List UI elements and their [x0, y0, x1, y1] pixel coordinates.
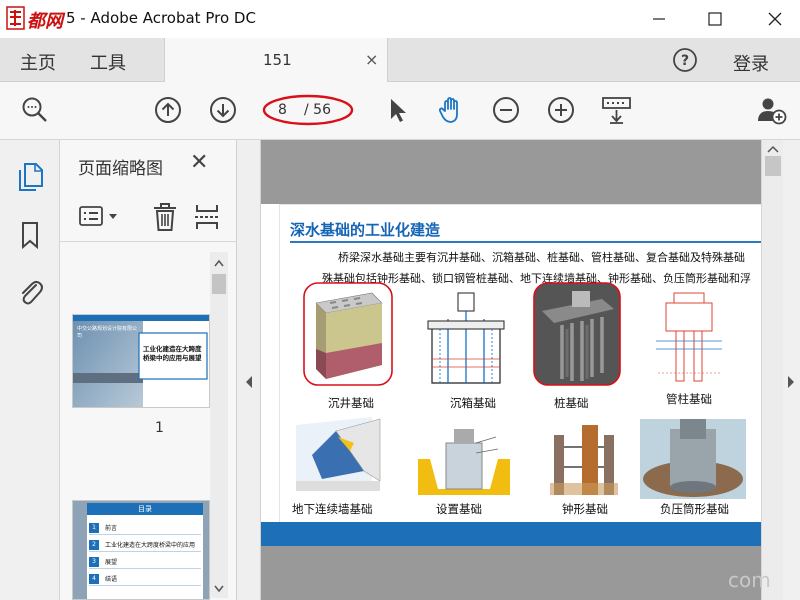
thumbnails-scrollbar[interactable] — [210, 252, 228, 598]
minimize-button[interactable] — [648, 8, 670, 30]
document-scrollbar[interactable] — [761, 140, 783, 600]
placed-foundation-figure — [416, 419, 512, 497]
caisson-caption: 沉井基础 — [328, 396, 374, 410]
thumbnail-2-toc-text: 展望 — [105, 559, 118, 566]
keyboard-icon[interactable] — [601, 95, 631, 125]
thumbnail-2-toc-number: 4 — [89, 573, 99, 584]
slide-body-line-1: 桥梁深水基础主要有沉井基础、沉箱基础、桩基础、管柱基础、复合基础及特殊基础 — [338, 251, 745, 264]
window-title: 5 - Adobe Acrobat Pro DC — [66, 9, 256, 27]
hand-icon[interactable] — [436, 95, 466, 125]
maximize-button[interactable] — [704, 8, 726, 30]
bell-foundation-figure — [544, 417, 624, 497]
thumbnail-2-toc-number: 1 — [89, 522, 99, 533]
page-thumbnail-2[interactable]: 目录 1 前言 2 工业化建造在大跨度桥梁中的应用 3 展望 4 结语 — [72, 500, 210, 600]
thumbnails-panel-close-button[interactable]: ✕ — [190, 150, 208, 175]
pile-foundation-caption: 桩基础 — [554, 396, 589, 410]
thumbnail-2-toc-item: 3 展望 — [89, 555, 201, 569]
page-thumbnail-1[interactable]: 中交公路规划设计院有限公司 工业化建造在大跨度桥梁中的应用与展望 — [72, 314, 210, 408]
toolbar: 8 / 56 — [0, 82, 800, 140]
document-tab-close-button[interactable]: × — [365, 50, 378, 69]
bell-foundation-caption: 钟形基础 — [562, 502, 608, 516]
pile-foundation-figure — [532, 281, 622, 387]
pipe-pile-caption: 管柱基础 — [666, 392, 712, 406]
caisson-figure — [302, 281, 394, 387]
thumbnail-2-toc-text: 前言 — [105, 525, 118, 532]
watermark-text: com — [728, 568, 771, 592]
thumbnail-options-dropdown[interactable] — [78, 204, 122, 230]
menu-tools[interactable]: 工具 — [90, 49, 126, 75]
thumbnails-panel: 页面缩略图 ✕ 中交公路规划设计院有限公司 工业化建造在大跨度桥梁中的应用与展望… — [60, 140, 237, 600]
document-scrollbar-thumb[interactable] — [765, 156, 781, 176]
pneumatic-caisson-figure — [418, 289, 514, 387]
placed-foundation-caption: 设置基础 — [436, 502, 482, 516]
app-logo: 都网 — [6, 4, 66, 34]
thumbnail-2-toc-item: 1 前言 — [89, 521, 201, 535]
thumbnail-2-heading: 目录 — [87, 503, 203, 515]
menu-bar: 主页 工具 151 × ? 登录 — [0, 38, 800, 82]
thumbnail-2-toc-text: 结语 — [105, 576, 118, 583]
minus-circle-icon[interactable] — [491, 95, 521, 125]
thumbnail-2-toc-number: 2 — [89, 539, 99, 550]
total-pages-label: / 56 — [304, 102, 331, 118]
bookmark-icon[interactable] — [16, 220, 44, 250]
right-panel-toggle[interactable] — [783, 140, 800, 600]
current-page-value[interactable]: 8 — [278, 102, 287, 118]
magnifier-icon[interactable] — [20, 95, 50, 125]
svg-text:都网: 都网 — [27, 11, 66, 32]
suction-bucket-caption: 负压筒形基础 — [660, 502, 729, 516]
extract-pages-icon[interactable] — [194, 202, 220, 232]
pneumatic-caisson-caption: 沉箱基础 — [450, 396, 496, 410]
thumbnail-1-heading: 工业化建造在大跨度桥梁中的应用与展望 — [143, 345, 202, 362]
arrow-up-circle-icon[interactable] — [153, 95, 183, 125]
arrow-down-circle-icon[interactable] — [208, 95, 238, 125]
thumbnail-2-toc-number: 3 — [89, 556, 99, 567]
pipe-pile-figure — [654, 289, 724, 387]
add-user-icon[interactable] — [756, 95, 787, 125]
document-tab[interactable]: 151 × — [164, 38, 388, 82]
diaphragm-wall-figure — [292, 415, 384, 493]
thumbnails-scrollbar-thumb[interactable] — [212, 274, 226, 294]
thumbnail-1-page-number: 1 — [155, 420, 164, 436]
menu-home[interactable]: 主页 — [20, 49, 56, 75]
document-page: 深水基础的工业化建造 桥梁深水基础主要有沉井基础、沉箱基础、桩基础、管柱基础、复… — [261, 204, 762, 546]
attachment-icon[interactable] — [16, 277, 44, 307]
thumbnails-toolbar — [60, 192, 237, 242]
slide-title: 深水基础的工业化建造 — [290, 221, 441, 239]
thumbnails-panel-title: 页面缩略图 — [78, 159, 163, 179]
thumbnail-2-toc-text: 工业化建造在大跨度桥梁中的应用 — [105, 542, 196, 549]
thumbnail-1-header: 中交公路规划设计院有限公司 — [77, 326, 138, 339]
suction-bucket-figure — [640, 419, 746, 499]
login-button[interactable]: 登录 — [733, 50, 769, 76]
diaphragm-wall-caption: 地下连续墙基础 — [292, 502, 373, 516]
document-view[interactable]: 深水基础的工业化建造 桥梁深水基础主要有沉井基础、沉箱基础、桩基础、管柱基础、复… — [261, 140, 762, 600]
navigation-rail — [0, 140, 60, 600]
page-thumbnails-icon[interactable] — [16, 162, 44, 192]
document-tab-label: 151 — [263, 51, 292, 69]
svg-text:?: ? — [681, 53, 689, 69]
slide-footer-bar — [261, 522, 761, 546]
pointer-arrow-icon[interactable] — [383, 95, 413, 125]
plus-circle-icon[interactable] — [546, 95, 576, 125]
title-bar: 都网 5 - Adobe Acrobat Pro DC — [0, 0, 800, 38]
trash-icon[interactable] — [152, 202, 178, 232]
close-window-button[interactable] — [764, 8, 786, 30]
panel-splitter[interactable] — [237, 140, 261, 600]
help-icon[interactable]: ? — [672, 47, 698, 73]
thumbnail-2-toc-item: 4 结语 — [89, 572, 201, 586]
thumbnail-2-toc-item: 2 工业化建造在大跨度桥梁中的应用 — [89, 538, 201, 552]
